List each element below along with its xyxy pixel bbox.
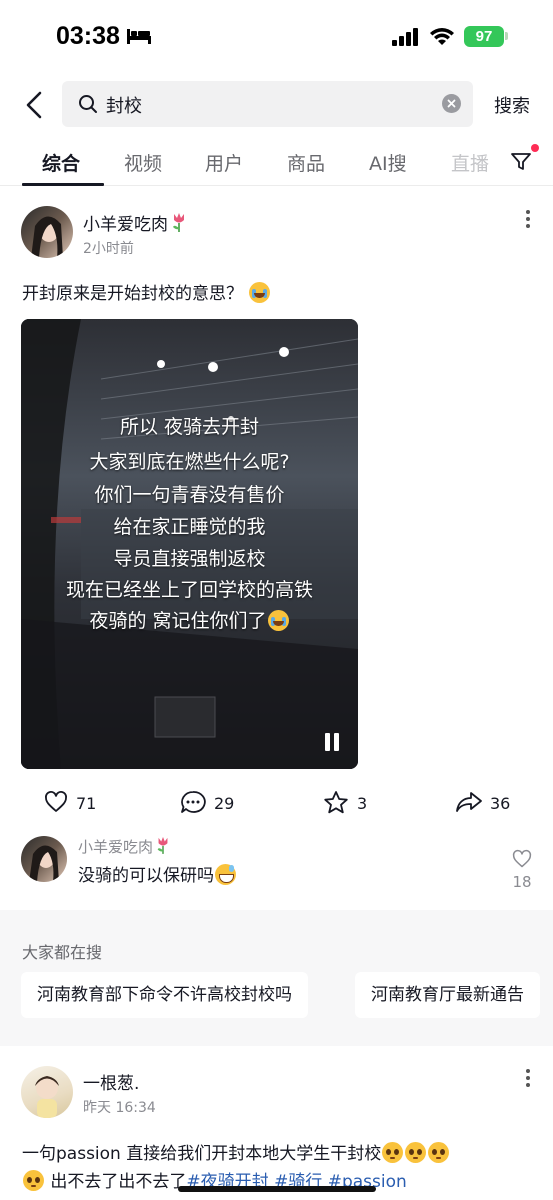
pleading-emoji-icon [23,1170,44,1191]
comment-heart-icon[interactable] [512,849,532,869]
comment-avatar[interactable] [21,836,67,882]
suggested-search-chip[interactable]: 河南教育厅最新通告 [355,972,540,1018]
suggested-searches-title: 大家都在搜 [22,943,103,962]
tab-users[interactable]: 用户 [205,149,243,176]
heart-icon [45,791,67,812]
post-author-name[interactable]: 小羊爱吃肉 [83,210,188,235]
video-caption-line-last: 夜骑的 窝记住你们了 [21,606,358,633]
suggested-search-chip[interactable]: 河南教育部下命令不许高校封校吗 [21,972,308,1018]
wifi-icon [430,28,454,45]
pleading-emoji-icon [428,1142,450,1163]
video-thumbnail[interactable]: 所以 夜骑去开封 大家到底在燃些什么呢? 你们一句青春没有售价 给在家正睡觉的我… [21,319,358,769]
sweat-smile-emoji-icon [215,864,236,885]
tulip-emoji-icon [173,213,184,232]
video-caption-line: 现在已经坐上了回学校的高铁 [65,579,313,601]
avatar-image [29,845,59,882]
sleep-focus-icon [127,29,151,44]
clear-search-button[interactable] [442,94,461,113]
filter-icon[interactable] [510,150,532,172]
more-options-icon[interactable] [524,210,532,232]
post-author-name[interactable]: 一根葱. [83,1069,139,1094]
author-name-text: 小羊爱吃肉 [83,215,168,235]
active-tab-indicator [22,183,104,186]
pleading-emoji-icon [382,1142,404,1163]
share-count: 36 [490,794,511,813]
like-count: 71 [76,794,97,813]
comment-count: 29 [214,794,235,813]
tab-live[interactable]: 直播 [451,149,489,176]
video-caption-line: 给在家正睡觉的我 [113,516,266,538]
battery-indicator: 97 [464,26,504,47]
video-caption-line: 导员直接强制返校 [113,548,266,570]
status-time: 03:38 [56,22,120,50]
back-arrow-icon[interactable] [22,90,48,120]
avatar-image [35,1076,59,1118]
search-query-text: 封校 [106,96,142,117]
comment-author-name[interactable]: 小羊爱吃肉 [78,836,171,857]
post-text: 开封原来是开始封校的意思？ [22,279,271,304]
comment-like-count: 18 [512,873,532,891]
comment-text-content: 没骑的可以保研吗 [78,866,214,886]
comment-author-text: 小羊爱吃肉 [78,838,154,856]
cellular-signal-icon [392,28,418,46]
close-icon [447,99,456,108]
share-arrow-icon [456,792,482,812]
post-text-line: 一句passion 直接给我们开封本地大学生干封校 [22,1139,450,1164]
section-divider [0,1018,553,1046]
more-options-icon[interactable] [524,1069,532,1091]
notification-dot [531,144,539,152]
status-bar: 03:38 97 [0,0,553,72]
comment-text: 没骑的可以保研吗 [78,861,237,886]
tulip-emoji-icon [157,837,168,854]
crying-emoji-icon [267,610,289,631]
search-submit-button[interactable]: 搜索 [494,92,530,118]
video-caption-line: 所以 夜骑去开封 [119,416,260,438]
post-text-content: 开封原来是开始封校的意思？ [22,284,243,304]
video-caption-line: 大家到底在燃些什么呢? [89,451,290,473]
crying-emoji-icon [249,282,271,303]
pleading-emoji-icon [405,1142,427,1163]
video-caption-text: 夜骑的 窝记住你们了 [89,610,267,632]
post-text-content: 出不去了出不去了 [45,1172,187,1192]
comment-icon [181,791,206,813]
battery-cap [505,32,508,40]
post-time: 昨天 16:34 [83,1100,156,1116]
search-icon [79,95,97,113]
result-tabs: 综合 视频 用户 商品 AI搜 直播 [0,140,553,186]
post-time: 2小时前 [83,241,134,257]
home-indicator[interactable] [178,1186,376,1192]
post-text-content: 一句passion 直接给我们开封本地大学生干封校 [22,1144,382,1164]
star-icon [324,791,348,814]
tab-products[interactable]: 商品 [287,149,325,176]
video-caption-line: 你们一句青春没有售价 [94,484,285,506]
avatar[interactable] [21,206,73,258]
tab-ai-search[interactable]: AI搜 [369,149,407,176]
search-input[interactable]: 封校 [62,81,473,127]
search-bar-row: 封校 搜索 [0,80,553,128]
avatar[interactable] [21,1066,73,1118]
favorite-count: 3 [357,794,368,813]
tab-comprehensive[interactable]: 综合 [42,149,80,176]
pause-icon[interactable] [323,733,341,751]
suggested-searches: 大家都在搜 河南教育部下命令不许高校封校吗 河南教育厅最新通告 [0,910,553,1018]
tab-videos[interactable]: 视频 [124,149,162,176]
avatar-image [31,216,63,258]
